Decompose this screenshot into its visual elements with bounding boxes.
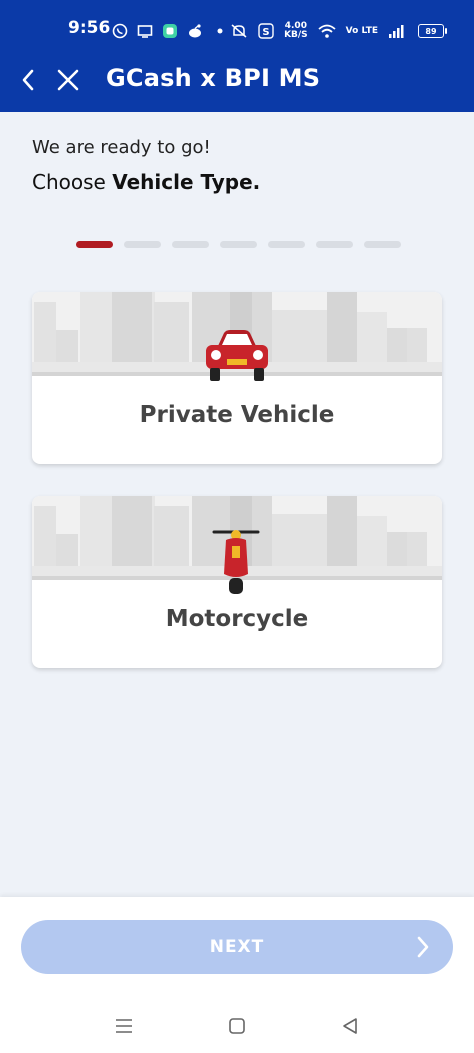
- progress-step: [220, 241, 257, 248]
- progress-step: [316, 241, 353, 248]
- prompt-bold: Vehicle Type.: [112, 170, 261, 194]
- progress-step: [76, 241, 113, 248]
- wifi-icon: [318, 24, 336, 38]
- close-button[interactable]: [54, 65, 82, 95]
- next-button[interactable]: NEXT: [21, 920, 453, 974]
- scooter-icon: [212, 530, 260, 594]
- screen-icon: [137, 25, 153, 38]
- close-icon: [57, 69, 79, 91]
- app-header: GCash x BPI MS: [0, 50, 474, 112]
- home-button[interactable]: [225, 1014, 249, 1038]
- speed-unit: KB/S: [284, 30, 308, 40]
- private-vehicle-option[interactable]: Private Vehicle: [32, 292, 442, 464]
- notification-icons: [112, 20, 228, 42]
- dot-icon: [217, 28, 223, 34]
- progress-step: [268, 241, 305, 248]
- progress-step: [364, 241, 401, 248]
- motorcycle-option[interactable]: Motorcycle: [32, 496, 442, 668]
- network-speed: 4.00 KB/S: [284, 22, 308, 40]
- battery-icon: 89: [418, 24, 447, 38]
- vehicle-type-prompt: Choose Vehicle Type.: [32, 170, 260, 194]
- reddit-icon: [189, 24, 201, 38]
- chevron-right-icon: [417, 936, 429, 958]
- volte-label: Vo LTE: [345, 25, 378, 36]
- triangle-back-icon: [343, 1018, 357, 1034]
- back-button[interactable]: [14, 65, 42, 95]
- car-icon: [206, 330, 268, 381]
- system-back-button[interactable]: [338, 1014, 362, 1038]
- s-icon: S: [258, 23, 274, 39]
- page-title: GCash x BPI MS: [106, 64, 321, 92]
- progress-step: [172, 241, 209, 248]
- battery-level: 89: [425, 26, 437, 36]
- recent-apps-button[interactable]: [112, 1014, 136, 1038]
- android-nav-bar: [0, 1000, 474, 1053]
- mute-icon: [231, 24, 247, 38]
- menu-icon: [116, 1019, 132, 1033]
- greeting-text: We are ready to go!: [32, 137, 211, 158]
- status-bar: 9:56 S 4.00 KB/S Vo LTE 89: [0, 0, 474, 50]
- prompt-prefix: Choose: [32, 170, 113, 194]
- square-icon: [229, 1018, 245, 1034]
- viber-icon: [112, 23, 128, 39]
- status-time: 9:56: [68, 18, 111, 38]
- system-icons: S 4.00 KB/S Vo LTE 89: [230, 20, 447, 42]
- svg-text:S: S: [262, 27, 269, 38]
- next-label: NEXT: [209, 937, 265, 957]
- option-label: Motorcycle: [165, 606, 309, 632]
- signal-icon: [389, 25, 404, 38]
- progress-step: [124, 241, 161, 248]
- chevron-left-icon: [22, 69, 34, 91]
- option-label: Private Vehicle: [139, 402, 335, 428]
- step-progress: [76, 241, 401, 248]
- messenger-icon: [163, 24, 177, 38]
